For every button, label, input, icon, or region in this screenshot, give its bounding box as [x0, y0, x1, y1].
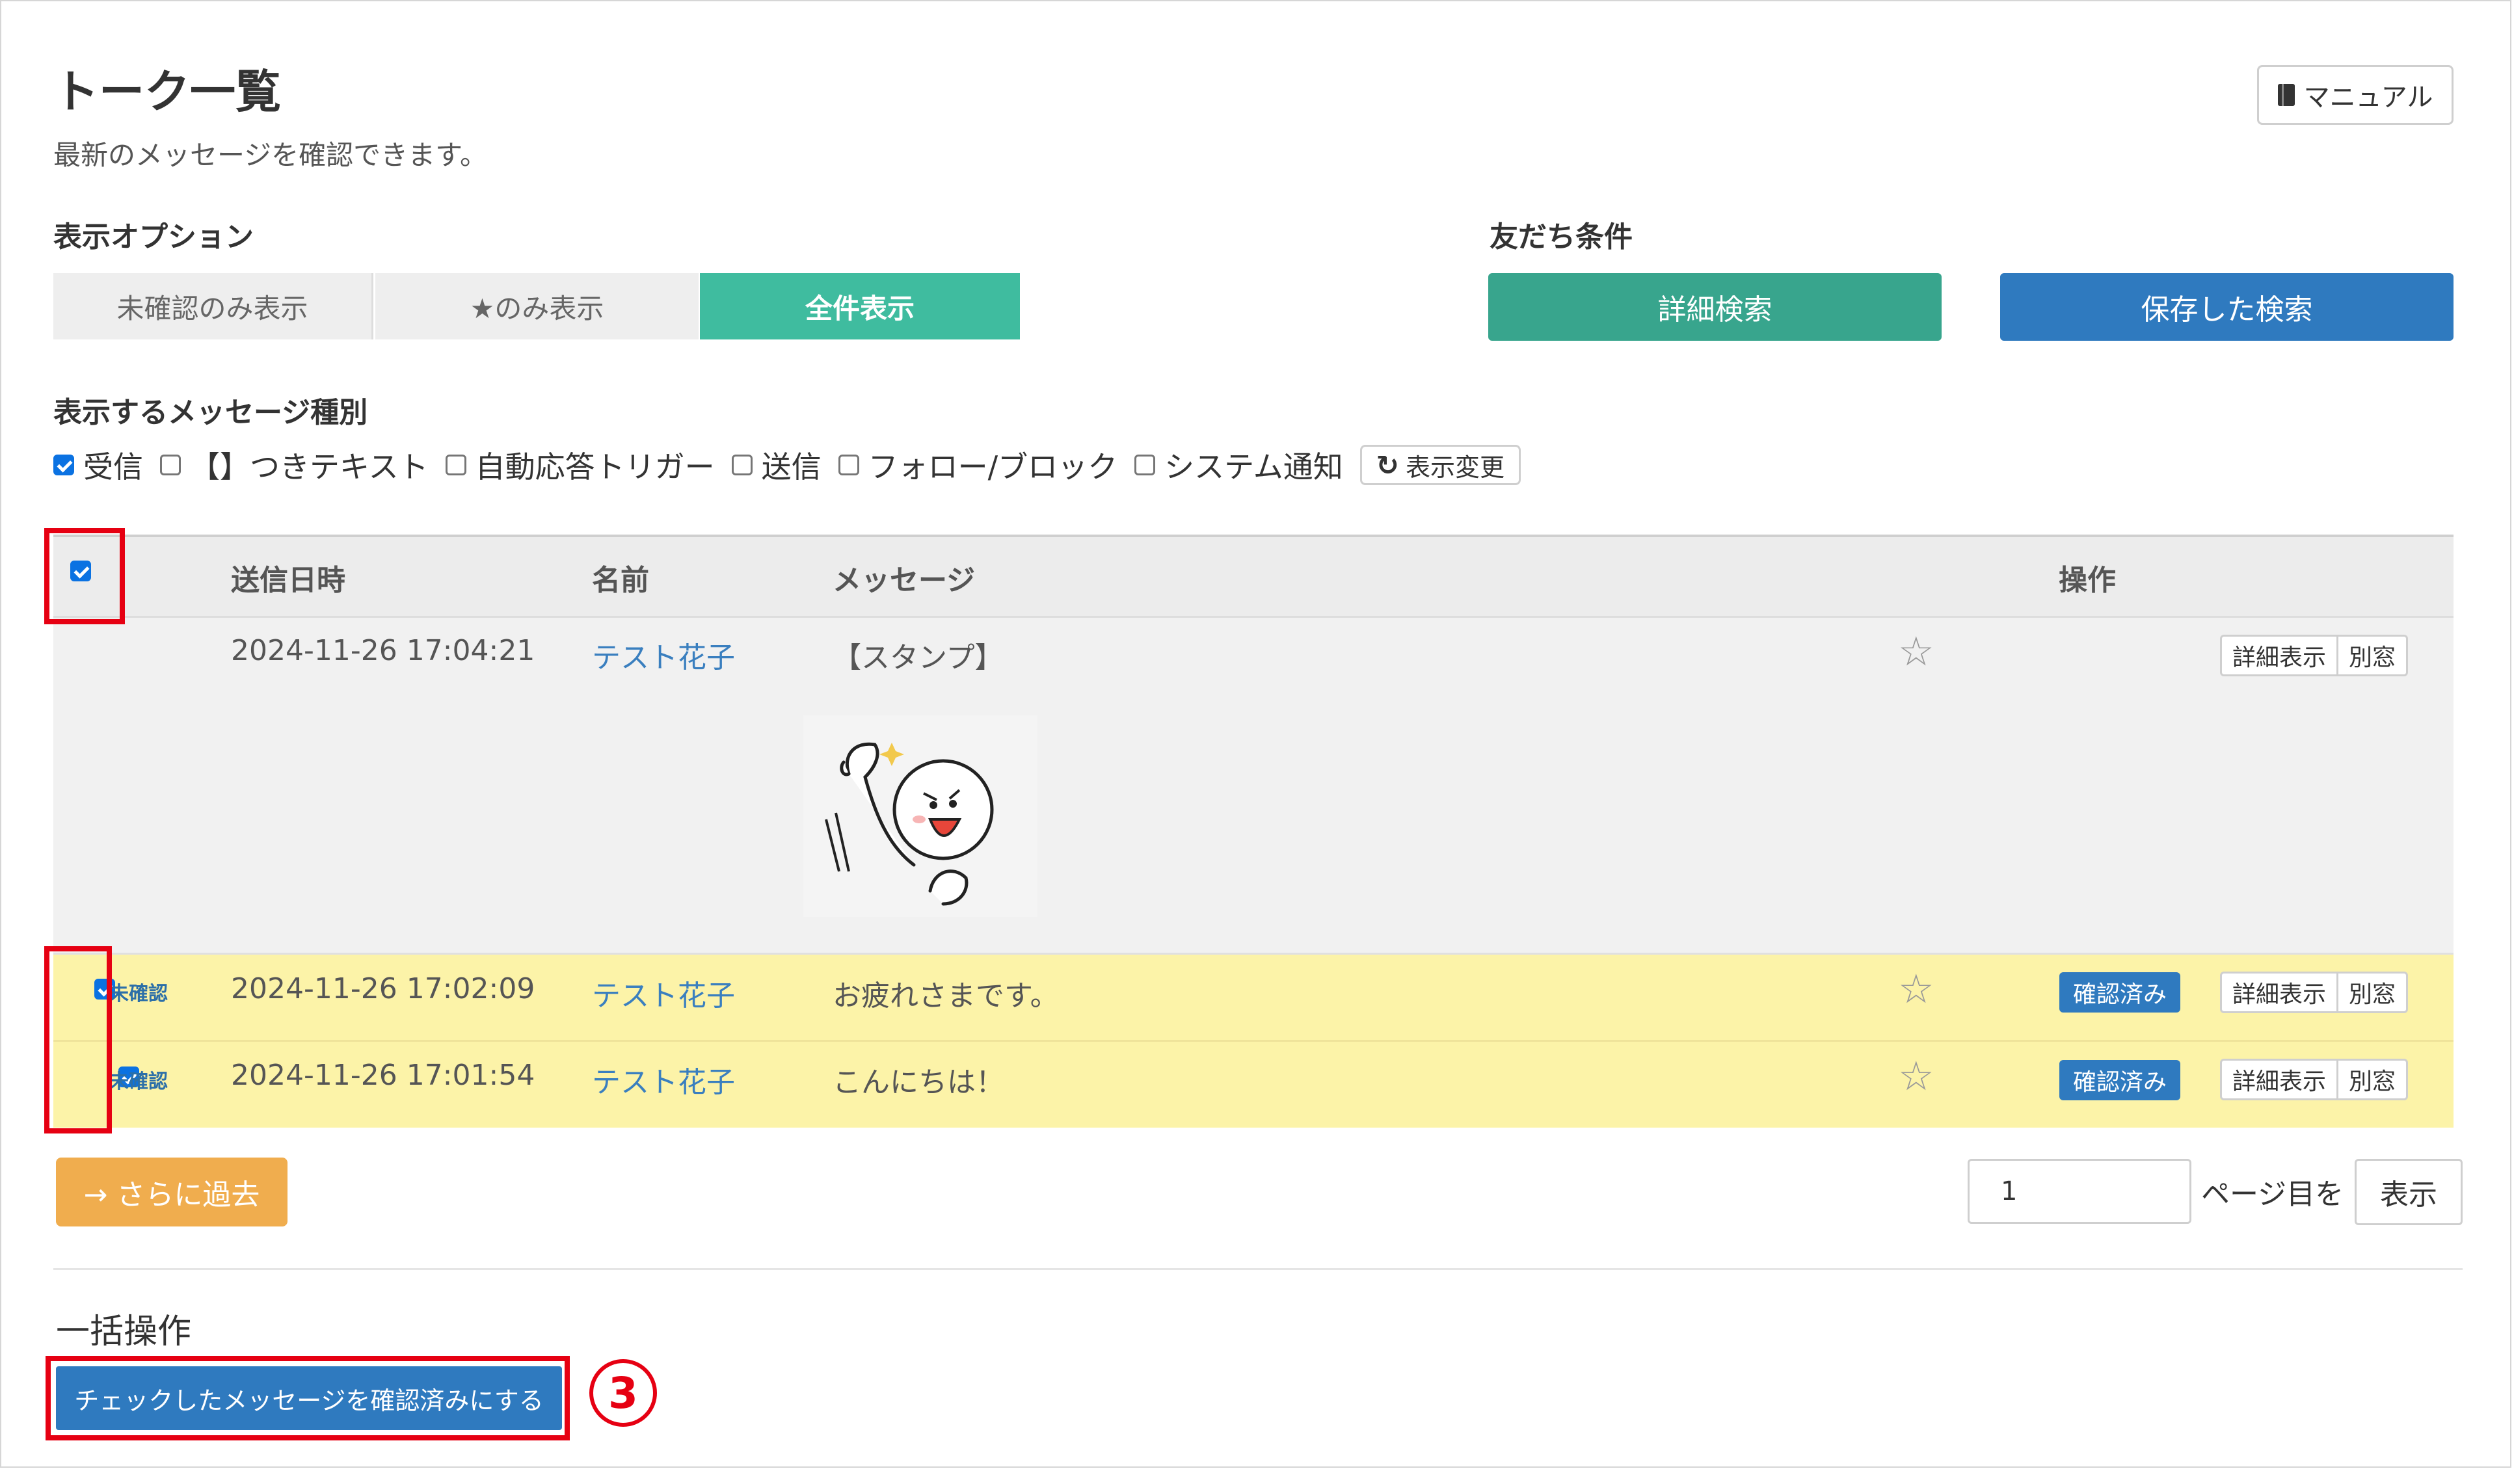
refresh-display-button[interactable]: ↻ 表示変更 — [1359, 445, 1521, 485]
step-marker: 3 — [589, 1359, 657, 1427]
col-message: メッセージ — [833, 564, 976, 597]
refresh-display-label: 表示変更 — [1405, 453, 1504, 482]
page-suffix-label: ページ目を — [2201, 1178, 2344, 1211]
page-number-input[interactable]: 1 — [1968, 1159, 2191, 1224]
row3-detail-button[interactable]: 詳細表示 — [2222, 1061, 2336, 1098]
filter-follow-block-label: フォロー/ブロック — [868, 449, 1118, 484]
row2-window-button[interactable]: 別窓 — [2336, 974, 2406, 1011]
row2-action-group: 詳細表示 別窓 — [2220, 972, 2409, 1013]
divider — [53, 1268, 2463, 1270]
filter-received[interactable]: 受信 — [53, 444, 143, 486]
bulk-operations-label: 一括操作 — [56, 1312, 192, 1351]
display-options-label: 表示オプション — [53, 220, 254, 254]
refresh-icon: ↻ — [1376, 449, 1399, 481]
row3-window-button[interactable]: 別窓 — [2336, 1061, 2406, 1098]
col-name: 名前 — [592, 564, 649, 597]
filter-follow-block[interactable]: フォロー/ブロック — [838, 444, 1118, 486]
highlight-select-all — [44, 528, 125, 624]
saved-search-button[interactable]: 保存した検索 — [2000, 273, 2454, 341]
table-row — [53, 618, 2454, 955]
manual-button-label: マニュアル — [2303, 83, 2433, 113]
filter-system-notice-checkbox[interactable] — [1134, 455, 1156, 475]
filter-bracket-text[interactable]: 【】つきテキスト — [160, 444, 429, 486]
row3-message: こんにちは！ — [833, 1066, 1004, 1099]
row2-detail-button[interactable]: 詳細表示 — [2222, 974, 2336, 1011]
row2-confirmed-button[interactable]: 確認済み — [2059, 972, 2180, 1013]
row3-name-link[interactable]: テスト花子 — [592, 1059, 735, 1100]
detail-search-button[interactable]: 詳細検索 — [1488, 273, 1942, 341]
message-types-label: 表示するメッセージ種別 — [53, 396, 368, 429]
star-outline-icon[interactable]: ☆ — [1898, 628, 1934, 675]
filter-sent-label: 送信 — [761, 449, 822, 484]
row2-message: お疲れさまです。 — [833, 979, 1059, 1013]
row1-name-link[interactable]: テスト花子 — [592, 634, 735, 676]
row3-action-group: 詳細表示 別窓 — [2220, 1059, 2409, 1100]
highlight-row-checkboxes — [44, 946, 112, 1133]
row1-window-button[interactable]: 別窓 — [2336, 637, 2406, 674]
row1-message: 【スタンプ】 — [833, 641, 1004, 674]
row3-unconfirmed-badge: 未確認 — [109, 1070, 168, 1093]
filter-auto-reply[interactable]: 自動応答トリガー — [445, 444, 715, 486]
filter-system-notice[interactable]: システム通知 — [1134, 444, 1343, 486]
segment-unconfirmed-only[interactable]: 未確認のみ表示 — [53, 273, 373, 339]
col-sent-at: 送信日時 — [231, 564, 345, 597]
page-show-button[interactable]: 表示 — [2355, 1159, 2463, 1225]
filter-bracket-text-label: 【】つきテキスト — [190, 449, 429, 484]
stamp-image — [803, 715, 1037, 917]
manual-button[interactable]: マニュアル — [2257, 65, 2454, 125]
mark-confirmed-button[interactable]: チェックしたメッセージを確認済みにする — [56, 1366, 562, 1430]
page-title: トーク一覧 — [53, 65, 281, 118]
row1-action-group: 詳細表示 別窓 — [2220, 635, 2409, 676]
older-messages-button[interactable]: → さらに過去 — [56, 1158, 288, 1226]
col-actions: 操作 — [2059, 564, 2116, 597]
friend-conditions-label: 友だち条件 — [1490, 220, 1633, 254]
book-icon — [2277, 84, 2295, 106]
segment-show-all[interactable]: 全件表示 — [700, 273, 1020, 339]
star-outline-icon[interactable]: ☆ — [1898, 965, 1934, 1013]
filter-sent[interactable]: 送信 — [731, 444, 822, 486]
row1-sent-at: 2024-11-26 17:04:21 — [231, 634, 535, 667]
row2-sent-at: 2024-11-26 17:02:09 — [231, 972, 535, 1005]
row2-unconfirmed-badge: 未確認 — [109, 983, 168, 1005]
row3-sent-at: 2024-11-26 17:01:54 — [231, 1059, 535, 1092]
filter-received-checkbox[interactable] — [53, 455, 74, 475]
row3-confirmed-button[interactable]: 確認済み — [2059, 1060, 2180, 1100]
segment-starred-only[interactable]: ★のみ表示 — [375, 273, 699, 339]
star-outline-icon[interactable]: ☆ — [1898, 1052, 1934, 1100]
page-subtitle: 最新のメッセージを確認できます。 — [53, 139, 487, 171]
filter-follow-block-checkbox[interactable] — [838, 455, 859, 475]
filter-sent-checkbox[interactable] — [731, 455, 753, 475]
filter-auto-reply-checkbox[interactable] — [445, 455, 466, 475]
row2-name-link[interactable]: テスト花子 — [592, 972, 735, 1014]
row1-detail-button[interactable]: 詳細表示 — [2222, 637, 2336, 674]
filter-received-label: 受信 — [83, 449, 143, 484]
stamp-character-icon — [825, 742, 994, 906]
message-type-filters: 受信 【】つきテキスト 自動応答トリガー 送信 フォロー/ブロック システム通知… — [53, 442, 1521, 488]
filter-system-notice-label: システム通知 — [1164, 449, 1343, 484]
filter-auto-reply-label: 自動応答トリガー — [475, 449, 715, 484]
filter-bracket-text-checkbox[interactable] — [160, 455, 181, 475]
